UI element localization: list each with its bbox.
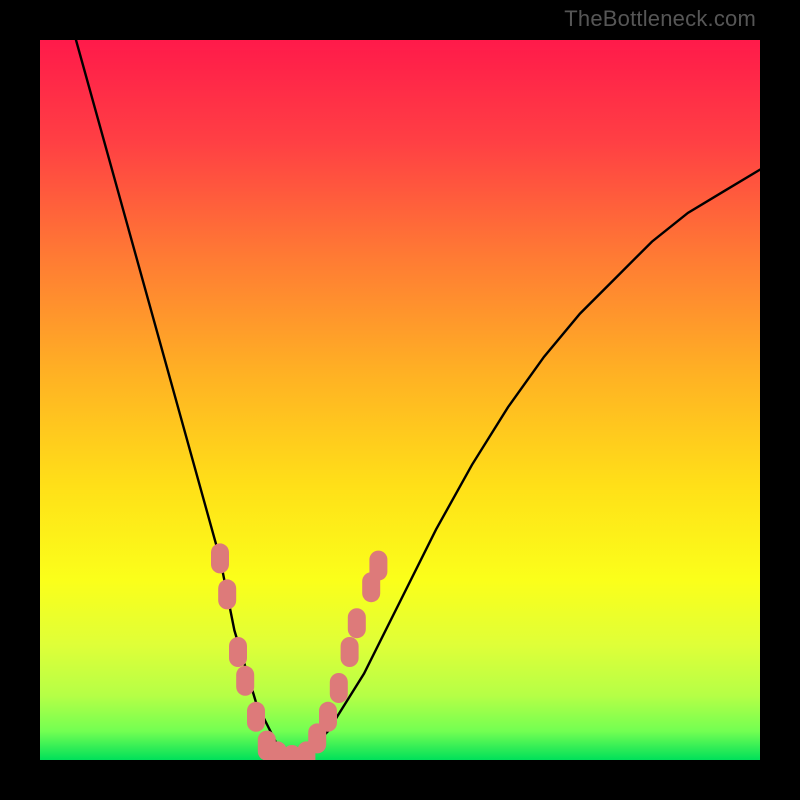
- marker: [218, 579, 236, 609]
- marker: [247, 702, 265, 732]
- marker: [369, 551, 387, 581]
- marker: [236, 666, 254, 696]
- watermark-text: TheBottleneck.com: [564, 6, 756, 32]
- chart-frame: TheBottleneck.com: [0, 0, 800, 800]
- chart-overlay: [40, 40, 760, 760]
- plot-area: [40, 40, 760, 760]
- bottleneck-curve: [76, 40, 760, 760]
- marker: [330, 673, 348, 703]
- marker: [348, 608, 366, 638]
- marker: [319, 702, 337, 732]
- highlighted-points: [211, 543, 387, 760]
- marker: [229, 637, 247, 667]
- marker: [341, 637, 359, 667]
- marker: [211, 543, 229, 573]
